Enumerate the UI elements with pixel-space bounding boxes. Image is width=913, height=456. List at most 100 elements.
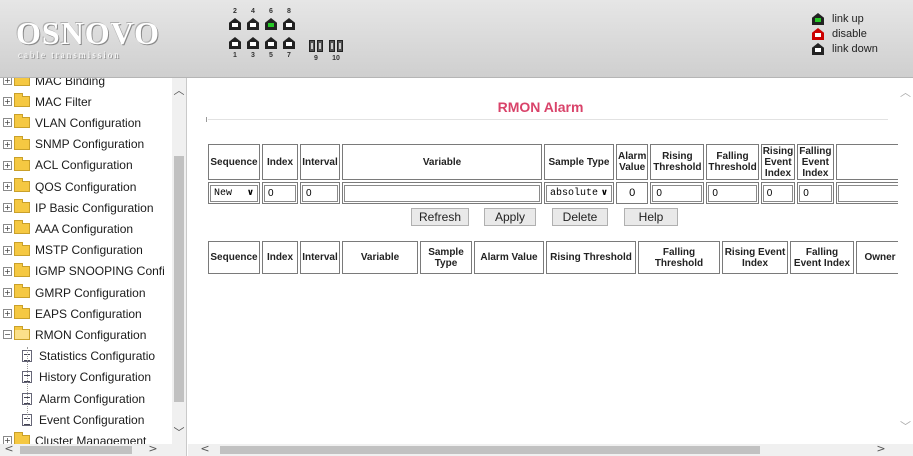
expand-icon[interactable]: + [3, 266, 12, 276]
port-2-link-down-icon[interactable] [229, 18, 241, 30]
sidebar-item-label: Cluster Management [35, 433, 147, 444]
sidebar-item-igmp-snooping-confi[interactable]: + IGMP SNOOPING Confi [0, 262, 165, 281]
main-vertical-scrollbar[interactable]: ︿ ﹀ [898, 78, 913, 444]
port-number: 4 [251, 8, 255, 15]
sidebar-item-history-configuration[interactable]: History Configuration [0, 368, 151, 387]
expand-icon[interactable]: + [3, 160, 12, 170]
sidebar-item-vlan-configuration[interactable]: + VLAN Configuration [0, 113, 141, 132]
expand-icon[interactable]: + [3, 288, 12, 297]
sidebar-item-mstp-configuration[interactable]: + MSTP Configuration [0, 241, 143, 260]
expand-icon[interactable]: + [3, 309, 12, 319]
sidebar-item-label: Statistics Configuratio [39, 349, 156, 364]
help-button[interactable]: Help [624, 208, 678, 226]
index-input[interactable] [264, 184, 296, 202]
alarm-list-table: Sequence Index Interval Variable Sample Type… [206, 239, 906, 276]
port-3-link-down-icon[interactable] [247, 37, 259, 49]
rising-event-index-input[interactable] [762, 184, 794, 202]
form-header-interval: Interval [300, 144, 340, 180]
expand-icon[interactable]: + [3, 139, 12, 149]
sidebar-scroll-thumb[interactable] [174, 156, 184, 402]
expand-icon[interactable]: + [3, 245, 12, 255]
sidebar-item-statistics-configuratio[interactable]: Statistics Configuratio [0, 347, 155, 366]
list-header-rising-threshold: Rising Threshold [546, 241, 636, 274]
expand-icon[interactable]: + [3, 97, 12, 107]
scroll-left-arrow-icon[interactable]: < [4, 442, 14, 455]
sidebar-nav: + MAC Binding + MAC Filter + VLAN Configurati… [0, 78, 187, 456]
sequence-value: New [214, 187, 233, 199]
sidebar-item-mac-filter[interactable]: + MAC Filter [0, 92, 92, 111]
sidebar-horizontal-scrollbar[interactable]: < > [0, 442, 186, 456]
form-header-falling-event-index: Falling Event Index [797, 144, 834, 180]
logo-name: OSNOVO [16, 15, 161, 51]
rising-event-index-cell [760, 182, 796, 204]
collapse-icon[interactable]: − [3, 330, 12, 340]
sample-type-select[interactable]: absolute ∨ [546, 184, 612, 202]
falling-threshold-input[interactable] [708, 184, 757, 202]
sidebar-item-label: QOS Configuration [35, 179, 137, 194]
owner-input[interactable] [837, 184, 902, 202]
main-horizontal-scrollbar[interactable]: < > [188, 442, 913, 456]
variable-input[interactable] [344, 184, 540, 202]
folder-icon [14, 220, 30, 235]
sidebar-item-eaps-configuration[interactable]: + EAPS Configuration [0, 304, 142, 323]
sidebar-item-acl-configuration[interactable]: + ACL Configuration [0, 156, 133, 175]
sidebar-item-aaa-configuration[interactable]: + AAA Configuration [0, 219, 133, 238]
interval-input[interactable] [302, 184, 338, 202]
rising-threshold-input[interactable] [652, 184, 703, 202]
port-8-link-down-icon[interactable] [283, 18, 295, 30]
sidebar-item-label: RMON Configuration [35, 327, 147, 342]
legend-label: link down [832, 43, 878, 55]
expand-icon[interactable]: + [3, 182, 12, 191]
sidebar-item-mac-binding[interactable]: + MAC Binding [0, 78, 105, 90]
form-header-rising-event-index: Rising Event Index [760, 144, 796, 180]
scroll-left-arrow-icon[interactable]: < [200, 442, 210, 455]
sidebar-item-rmon-configuration[interactable]: − RMON Configuration [0, 325, 146, 344]
scroll-up-arrow-icon[interactable]: ︿ [898, 84, 913, 100]
port-number: 1 [233, 52, 237, 59]
sidebar-item-label: MAC Filter [35, 94, 92, 109]
interval-cell [300, 182, 340, 204]
sidebar-item-event-configuration[interactable]: Event Configuration [0, 410, 144, 429]
port-1-link-down-icon[interactable] [229, 37, 241, 49]
main-hscroll-thumb[interactable] [220, 446, 760, 454]
sidebar-item-label: MSTP Configuration [35, 243, 143, 258]
sidebar-item-qos-configuration[interactable]: + QOS Configuration [0, 177, 136, 196]
expand-icon[interactable]: + [3, 203, 12, 213]
port-10-fiber-icon[interactable] [329, 40, 343, 52]
port-6-link-up-icon[interactable] [265, 18, 277, 30]
sidebar-item-cluster-management[interactable]: + Cluster Management [0, 431, 146, 444]
sidebar-hscroll-thumb[interactable] [20, 446, 132, 454]
delete-button[interactable]: Delete [552, 208, 608, 226]
list-header-falling-event-index: Falling Event Index [790, 241, 854, 274]
apply-button[interactable]: Apply [484, 208, 536, 226]
port-7-link-down-icon[interactable] [283, 37, 295, 49]
sidebar-item-ip-basic-configuration[interactable]: + IP Basic Configuration [0, 198, 154, 217]
sequence-select[interactable]: New ∨ [210, 184, 258, 202]
falling-event-index-input[interactable] [799, 184, 832, 202]
port-number: 3 [251, 52, 255, 59]
list-header-row: Sequence Index Interval Variable Sample Type… [208, 241, 904, 274]
port-9-fiber-icon[interactable] [309, 40, 323, 52]
port-4-link-down-icon[interactable] [247, 18, 259, 30]
refresh-button[interactable]: Refresh [411, 208, 469, 226]
scroll-right-arrow-icon[interactable]: > [876, 442, 886, 455]
expand-icon[interactable]: + [3, 78, 12, 85]
form-input-row: New ∨ absolute ∨ 0 [208, 182, 904, 204]
form-header-alarm-value: Alarm Value [616, 144, 649, 180]
port-5-link-down-icon[interactable] [265, 37, 277, 49]
expand-icon[interactable]: + [3, 118, 12, 128]
sidebar-vertical-scrollbar[interactable]: ︿ ﹀ [172, 78, 186, 444]
scroll-down-arrow-icon[interactable]: ﹀ [898, 418, 913, 434]
scroll-up-arrow-icon[interactable]: ︿ [172, 82, 186, 98]
sidebar-item-alarm-configuration[interactable]: Alarm Configuration [0, 389, 145, 408]
sidebar-item-gmrp-configuration[interactable]: + GMRP Configuration [0, 283, 146, 302]
sidebar-item-snmp-configuration[interactable]: + SNMP Configuration [0, 135, 144, 154]
folder-icon [14, 199, 30, 214]
scroll-right-arrow-icon[interactable]: > [148, 442, 158, 455]
scroll-down-arrow-icon[interactable]: ﹀ [172, 424, 186, 440]
expand-icon[interactable]: + [3, 224, 12, 234]
port-number: 10 [332, 55, 340, 62]
list-header-index: Index [262, 241, 298, 274]
port-number: 2 [233, 8, 237, 15]
index-cell [262, 182, 298, 204]
